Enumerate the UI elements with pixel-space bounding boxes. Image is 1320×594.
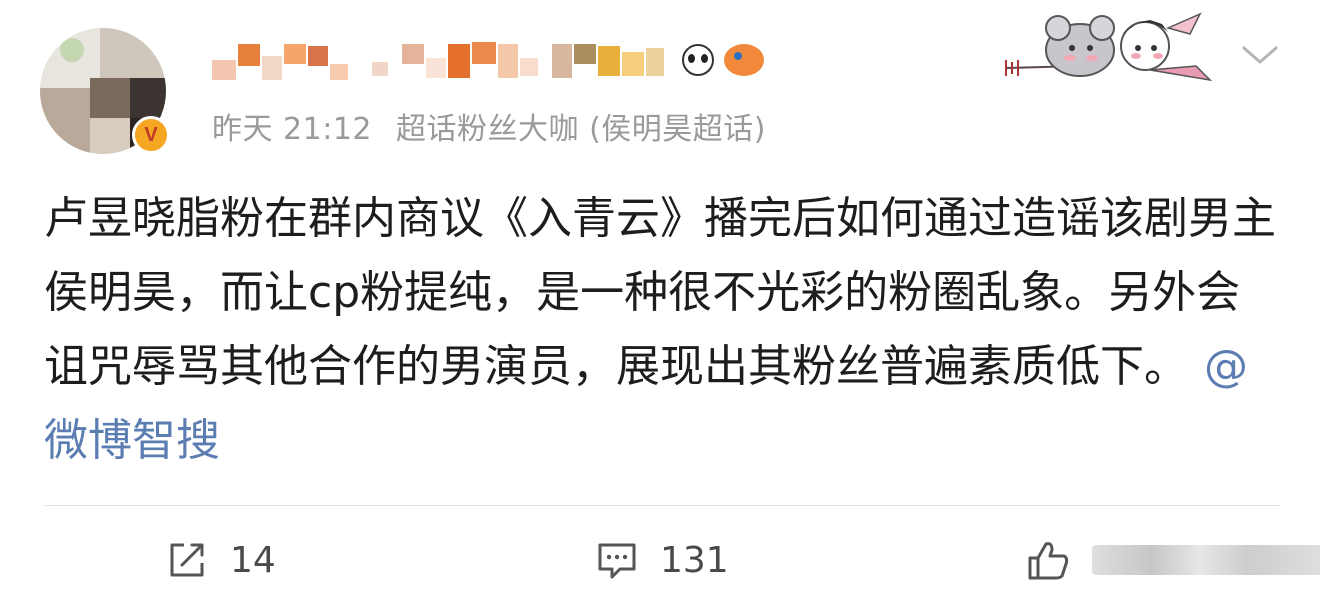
comment-icon: [598, 543, 636, 579]
post-text: 卢昱晓脂粉在群内商议《入青云》播完后如何通过造谣该剧男主侯明昊，而让cp粉提纯，…: [44, 193, 1276, 392]
super-topic-badge[interactable]: 超话粉丝大咖 (侯明昊超话): [396, 112, 766, 147]
verified-badge: V: [132, 116, 170, 154]
share-icon: [170, 543, 204, 577]
post-content: 卢昱晓脂粉在群内商议《入青云》播完后如何通过造谣该剧男主侯明昊，而让cp粉提纯，…: [44, 182, 1284, 478]
chevron-down-icon[interactable]: [1240, 40, 1280, 70]
post-timestamp: 昨天 21:12: [212, 112, 372, 147]
comment-button[interactable]: 131: [596, 532, 729, 588]
repost-button[interactable]: 14: [166, 532, 276, 588]
post-meta: 昨天 21:12 超话粉丝大咖 (侯明昊超话): [212, 104, 780, 148]
comment-count: 131: [660, 539, 729, 581]
username-redacted[interactable]: [212, 38, 772, 86]
like-button[interactable]: [1026, 532, 1320, 588]
avatar-container[interactable]: V: [40, 28, 170, 158]
thumb-up-icon: [1028, 542, 1069, 580]
divider: [44, 505, 1280, 506]
decoration-sticker: [1005, 12, 1213, 82]
repost-count: 14: [230, 539, 276, 581]
weibo-post: V 昨天 21:12 超话粉丝大咖 (侯明昊超话) 卢昱晓脂粉在群内商议《入青云…: [0, 0, 1320, 594]
like-count-obscured: [1092, 545, 1320, 575]
